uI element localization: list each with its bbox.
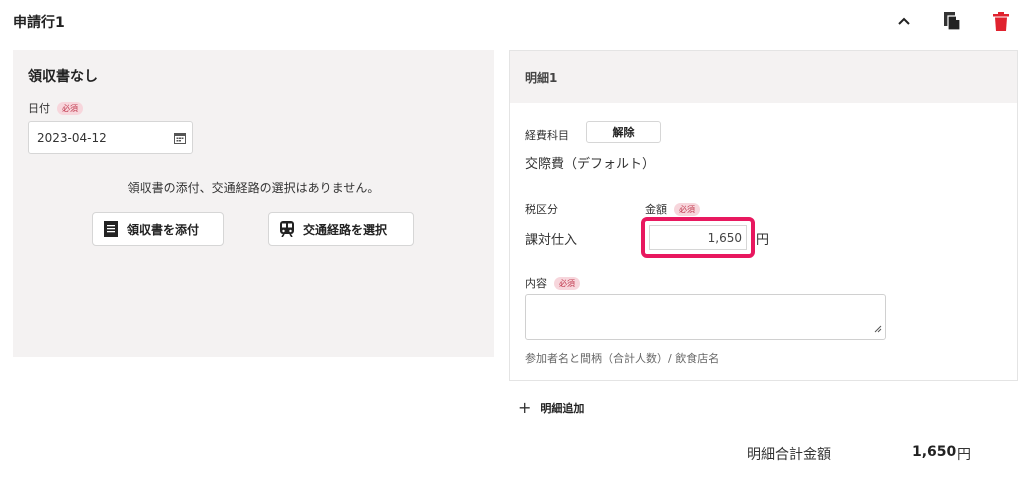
clear-button[interactable]: 解除 [586,121,661,143]
tax-category-label: 税区分 [525,203,558,216]
required-badge: 必須 [554,276,580,290]
copy-icon[interactable] [941,10,963,32]
date-label-row: 日付 必須 [28,100,83,116]
required-badge: 必須 [57,101,83,115]
receipt-panel: 領収書なし 日付 必須 2023-04-12 領収書の添付、交通経路の選択はあり… [13,50,494,357]
amount-unit: 円 [756,233,770,248]
required-badge: 必須 [674,202,700,216]
add-detail-button[interactable]: + 明細追加 [518,400,584,416]
tax-category-value: 課対仕入 [525,233,578,248]
receipt-panel-title: 領収書なし [28,69,98,85]
train-icon [280,221,294,237]
select-route-button[interactable]: 交通経路を選択 [268,212,414,246]
plus-icon: + [518,398,532,417]
total-value: 1,650 [912,444,957,460]
content-textarea[interactable] [525,294,886,340]
receipt-icon [104,221,118,237]
trash-icon[interactable] [990,10,1012,32]
amount-value: 1,650 [707,230,742,245]
no-receipt-message: 領収書の添付、交通経路の選択はありません。 [127,181,380,195]
expense-category-value: 交際費（デフォルト） [525,157,656,172]
content-label-row: 内容 必須 [525,275,580,291]
content-hint: 参加者名と間柄（合計人数）/ 飲食店名 [525,352,720,365]
add-detail-label: 明細追加 [540,402,585,415]
chevron-up-icon[interactable] [893,10,915,32]
amount-label: 金額 [645,203,667,216]
content-label: 内容 [525,277,547,290]
calendar-icon[interactable] [174,132,186,147]
amount-label-row: 金額 必須 [645,201,700,217]
total-label: 明細合計金額 [747,447,831,463]
expense-category-label: 経費科目 [525,129,569,142]
date-label: 日付 [28,102,50,115]
detail-panel: 明細1 経費科目 解除 交際費（デフォルト） 税区分 金額 必須 課対仕入 1,… [509,50,1018,381]
date-field[interactable]: 2023-04-12 [28,121,193,154]
row-actions [893,10,1012,32]
row-title: 申請行1 [13,15,65,31]
total-unit: 円 [957,447,971,463]
attach-receipt-label: 領収書を添付 [127,222,200,237]
amount-highlight-box: 1,650 [641,217,755,258]
detail-panel-title: 明細1 [510,51,1017,103]
select-route-label: 交通経路を選択 [303,222,388,237]
resize-grip-icon[interactable] [874,322,882,336]
attach-receipt-button[interactable]: 領収書を添付 [92,212,224,246]
date-value: 2023-04-12 [37,130,107,145]
amount-input[interactable]: 1,650 [649,225,747,250]
